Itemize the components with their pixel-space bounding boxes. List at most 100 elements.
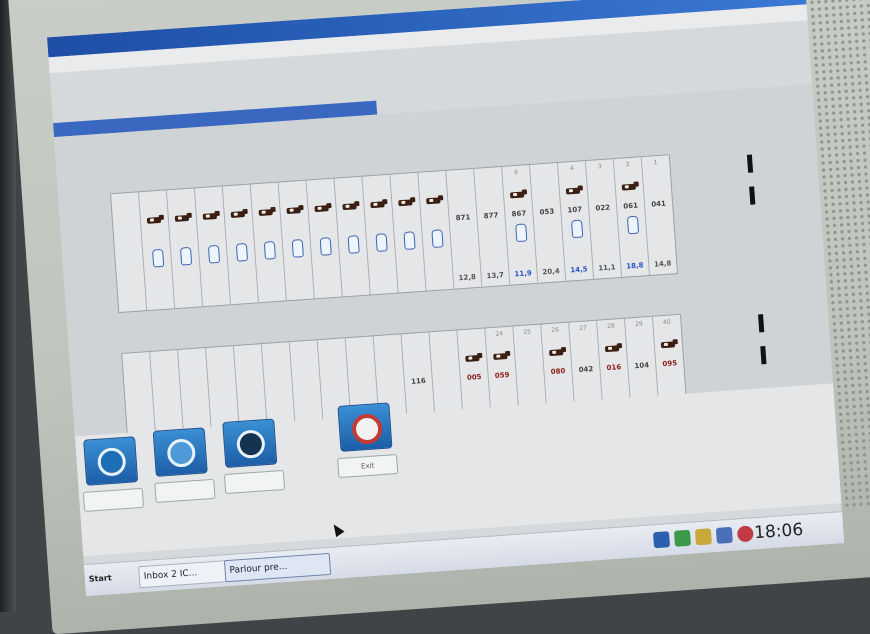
cow-id: 005 xyxy=(466,372,482,382)
cow-id: 095 xyxy=(662,359,678,369)
cow-id: 059 xyxy=(494,370,510,380)
milk-bottle-icon xyxy=(179,246,193,266)
cow-icon xyxy=(312,202,332,214)
stall-number xyxy=(446,172,473,174)
cow-id xyxy=(142,234,169,236)
milk-bottle-icon xyxy=(431,229,444,248)
stall-number: 26 xyxy=(551,326,560,334)
cow-id xyxy=(321,382,348,384)
cow-id xyxy=(421,215,448,217)
cow-id xyxy=(282,225,309,227)
stall-number xyxy=(234,347,261,349)
action-button-2[interactable] xyxy=(152,427,208,477)
action-button-3[interactable] xyxy=(222,418,278,468)
stall-number xyxy=(458,332,485,334)
milk-yield xyxy=(119,304,146,306)
cow-id: 080 xyxy=(550,367,566,377)
exit-button[interactable]: Exit xyxy=(337,453,399,479)
milk-bottle-icon xyxy=(626,215,640,235)
stall-number xyxy=(318,341,345,343)
shield-icon[interactable] xyxy=(673,529,692,547)
start-button[interactable]: Start xyxy=(88,568,133,589)
milk-bottle-icon xyxy=(319,237,332,256)
network-icon[interactable] xyxy=(652,531,671,549)
cow-id xyxy=(198,230,225,232)
stall-number: 4 xyxy=(569,164,575,173)
action-icon-2 xyxy=(166,438,197,468)
stall-number xyxy=(346,339,373,341)
stall-number: 3 xyxy=(597,163,602,171)
milk-bottle-icon xyxy=(235,242,249,262)
stall-number xyxy=(474,170,501,172)
cow-id: 116 xyxy=(410,376,426,386)
stall-number xyxy=(307,182,334,184)
taskbar-item-parlour[interactable]: Parlour pre... xyxy=(223,552,332,583)
stall-number xyxy=(363,178,390,180)
milk-yield xyxy=(203,298,230,300)
cow-icon xyxy=(620,181,640,192)
stall-number xyxy=(111,195,138,197)
milk-yield xyxy=(286,292,313,294)
cow-id: 022 xyxy=(595,203,611,213)
action-label-1[interactable] xyxy=(82,487,145,512)
stall-number xyxy=(402,335,429,337)
milk-yield xyxy=(175,300,202,302)
taskbar-item-inbox[interactable]: Inbox 2 IC... xyxy=(138,560,228,589)
stall-number xyxy=(430,334,457,336)
milk-yield xyxy=(147,302,174,304)
alert-icon[interactable] xyxy=(736,525,754,543)
action-label-3[interactable] xyxy=(223,469,286,495)
sync-icon[interactable] xyxy=(715,526,733,544)
cow-id: 042 xyxy=(578,365,594,375)
stall-number xyxy=(122,355,149,357)
stall-number: 24 xyxy=(495,330,504,338)
milk-yield: 11,9 xyxy=(514,269,533,279)
cow-icon xyxy=(463,352,483,364)
cow-icon xyxy=(368,199,388,210)
stall-number xyxy=(139,193,166,195)
cow-id xyxy=(254,227,281,229)
milk-yield: 18,8 xyxy=(625,261,644,271)
milk-yield xyxy=(342,289,369,291)
action-icon-1 xyxy=(96,446,127,477)
cow-id: 061 xyxy=(623,201,639,211)
action-button-1[interactable] xyxy=(83,436,139,486)
action-label-2[interactable] xyxy=(154,478,216,503)
stall-number: 40 xyxy=(662,318,671,327)
cow-id: 053 xyxy=(539,207,555,217)
stall-number xyxy=(167,191,194,193)
milk-yield: 13,7 xyxy=(486,271,505,281)
background-left xyxy=(0,0,16,612)
cow-icon xyxy=(396,197,416,208)
printer-icon[interactable] xyxy=(694,528,712,546)
stall-number: 27 xyxy=(579,324,588,332)
exit-icon-button[interactable] xyxy=(337,402,393,452)
cow-id xyxy=(170,232,197,234)
cow-id xyxy=(114,236,141,238)
milk-yield xyxy=(370,287,397,289)
stall-number xyxy=(206,349,233,351)
stall-number xyxy=(290,343,317,345)
stall-number xyxy=(335,180,362,182)
cow-icon xyxy=(284,204,304,216)
milk-yield: 12,8 xyxy=(458,273,477,283)
cow-id xyxy=(366,219,393,221)
milk-bottle-icon xyxy=(571,219,584,239)
cow-id xyxy=(433,374,460,376)
row-marker-top xyxy=(746,154,757,214)
milk-bottle-icon xyxy=(403,231,416,250)
cow-id: 041 xyxy=(651,199,667,209)
cow-icon xyxy=(145,214,165,226)
milk-yield xyxy=(231,296,258,298)
cow-icon xyxy=(564,185,584,196)
stall-number xyxy=(530,166,557,168)
cow-id xyxy=(310,223,337,225)
cow-id xyxy=(181,392,208,394)
row-marker-bottom xyxy=(758,314,768,374)
cow-id: 871 xyxy=(455,213,471,223)
cow-id: 016 xyxy=(606,363,622,373)
cow-icon xyxy=(508,189,528,200)
action-icon-3 xyxy=(235,429,266,460)
stall-number xyxy=(251,186,278,188)
stall-number xyxy=(391,176,418,178)
